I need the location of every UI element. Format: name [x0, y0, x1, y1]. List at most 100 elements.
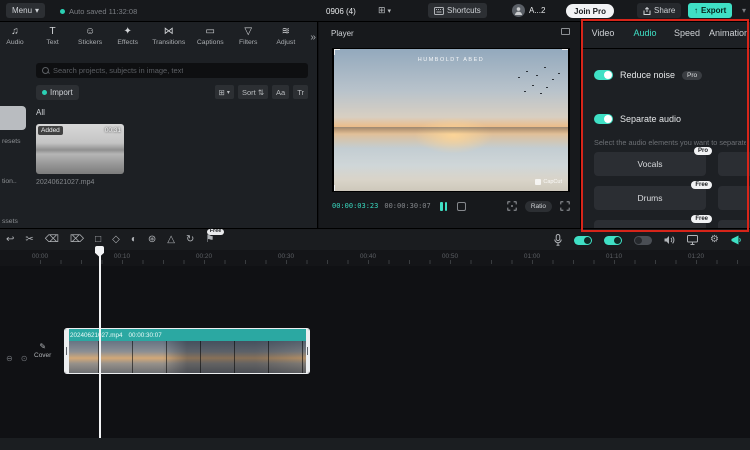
- keyboard-icon: [434, 7, 444, 15]
- tool-captions[interactable]: ▭Captions: [197, 26, 224, 46]
- tool-text[interactable]: TText: [40, 26, 66, 46]
- filter-tr-button[interactable]: Tr: [293, 85, 308, 99]
- share-button[interactable]: Share: [637, 3, 681, 18]
- video-preview[interactable]: HUMBOLDT ABED CapCut: [334, 49, 568, 191]
- timeline-tracks[interactable]: ⊖ ⊙ ✎ Cover 20240621027.mp4 00:00:30:07: [0, 266, 750, 450]
- microphone-icon[interactable]: [554, 234, 562, 246]
- fullscreen-icon[interactable]: [560, 201, 570, 211]
- megaphone-icon[interactable]: [731, 235, 742, 245]
- pencil-icon: ✎: [39, 342, 46, 351]
- chevron-down-icon[interactable]: ▾: [742, 6, 746, 15]
- layout-grid-button[interactable]: ⊞ ▾: [378, 5, 391, 16]
- rail-item-assets[interactable]: ssets: [2, 218, 18, 225]
- export-button[interactable]: ↑ Export: [688, 3, 732, 18]
- trim-handle-right[interactable]: [306, 328, 311, 374]
- timeline-toggle-3[interactable]: [634, 236, 652, 245]
- tool-filters[interactable]: ▽Filters: [235, 26, 261, 46]
- adjust-icon: ≋: [282, 26, 290, 38]
- caret-down-icon: ▾: [35, 6, 39, 15]
- stem-vocals-button[interactable]: VocalsPro: [594, 152, 706, 176]
- timeline-toggle-2[interactable]: [604, 236, 622, 245]
- import-row: Import ⊞▾ Sort⇅ Aa Tr: [36, 85, 308, 100]
- selection-handle[interactable]: [562, 185, 568, 191]
- delete-left-icon[interactable]: ⌫: [45, 235, 59, 245]
- trim-handle-left[interactable]: [64, 328, 69, 374]
- freeze-frame-icon[interactable]: ⊛: [148, 235, 156, 245]
- video-clip[interactable]: 20240621027.mp4 00:00:30:07: [64, 328, 310, 374]
- rail-item-animation[interactable]: tion..: [2, 178, 17, 185]
- tab-video[interactable]: Video: [582, 28, 624, 38]
- ratio-button[interactable]: Ratio: [525, 201, 552, 212]
- reduce-noise-toggle[interactable]: [594, 70, 613, 80]
- media-search-input[interactable]: Search projects, subjects in image, text: [36, 63, 308, 78]
- separate-audio-label: Separate audio: [620, 114, 681, 124]
- tab-audio[interactable]: Audio: [624, 28, 666, 38]
- timeline-toolbar: ↩ ✂ ⌫ ⌦ □ ◇ ◐ ⊛ △ ↻ ⚑ Free ⚙: [0, 228, 750, 250]
- marker-icon[interactable]: ◇: [112, 235, 120, 245]
- selection-handle[interactable]: [334, 185, 340, 191]
- track-hide-icon[interactable]: ⊖: [6, 354, 13, 363]
- asset-tools-row: ♫Audio TText ☺Stickers ✦Effects ⋈Transit…: [2, 26, 316, 46]
- tab-animation[interactable]: Animation: [708, 28, 750, 38]
- all-filter-label[interactable]: All: [36, 108, 45, 117]
- mask-icon[interactable]: ◐: [131, 235, 137, 245]
- stem-instrument-button[interactable]: Instrument: [718, 152, 750, 176]
- rail-selected-item[interactable]: [0, 106, 26, 130]
- undo-icon[interactable]: ↩: [6, 235, 14, 245]
- tab-speed[interactable]: Speed: [666, 28, 708, 38]
- media-asset-thumbnail[interactable]: Added 00:31: [36, 124, 124, 174]
- menu-button[interactable]: Menu ▾: [6, 3, 45, 18]
- pause-button[interactable]: [440, 202, 447, 211]
- player-display-icon[interactable]: [561, 28, 570, 35]
- join-pro-button[interactable]: Join Pro: [566, 4, 614, 18]
- tool-audio[interactable]: ♫Audio: [2, 26, 28, 46]
- clip-duration: 00:00:30:07: [129, 332, 162, 339]
- cover-button[interactable]: ✎ Cover: [34, 342, 51, 359]
- sort-button[interactable]: Sort⇅: [238, 85, 268, 99]
- ruler-ticks: [40, 260, 750, 264]
- delete-right-icon[interactable]: ⌦: [70, 235, 84, 245]
- ruler-label: 01:00: [524, 253, 540, 260]
- tool-transitions[interactable]: ⋈Transitions: [152, 26, 185, 46]
- filter-tool-icon[interactable]: △: [167, 235, 175, 245]
- speaker-icon[interactable]: [664, 235, 675, 245]
- account-button[interactable]: A...2: [512, 4, 545, 17]
- tools-expand-button[interactable]: »: [310, 30, 316, 43]
- stop-button[interactable]: [457, 202, 466, 211]
- playhead-line[interactable]: [99, 248, 101, 438]
- display-icon[interactable]: [687, 235, 698, 245]
- settings-gear-icon[interactable]: ⚙: [710, 235, 719, 245]
- shortcuts-button[interactable]: Shortcuts: [428, 3, 487, 18]
- selection-handle[interactable]: [334, 49, 340, 55]
- stem-guitar-button[interactable]: Guitar: [718, 186, 750, 210]
- timeline-toggle-1[interactable]: [574, 236, 592, 245]
- separate-audio-row: Separate audio: [594, 114, 681, 124]
- track-header-controls: ⊖ ⊙: [6, 354, 27, 363]
- record-icon[interactable]: ⚑ Free: [205, 235, 214, 245]
- timeline-scroll-strip[interactable]: [0, 438, 750, 450]
- fit-screen-icon[interactable]: [507, 201, 517, 211]
- project-title: 0906 (4): [326, 7, 356, 16]
- inspector-tabs: Video Audio Speed Animation: [582, 28, 750, 38]
- filter-aa-button[interactable]: Aa: [272, 85, 289, 99]
- timeline-ruler[interactable]: 00:00 00:10 00:20 00:30 00:40 00:50 01:0…: [0, 250, 750, 266]
- tool-stickers[interactable]: ☺Stickers: [77, 26, 103, 46]
- asset-duration: 00:31: [105, 127, 121, 134]
- track-lock-icon[interactable]: ⊙: [21, 354, 28, 363]
- separate-audio-toggle[interactable]: [594, 114, 613, 124]
- tool-effects[interactable]: ✦Effects: [115, 26, 141, 46]
- asset-filename: 20240621027.mp4: [36, 179, 94, 186]
- rotate-icon[interactable]: ↻: [186, 235, 194, 245]
- reduce-noise-label: Reduce noise: [620, 70, 675, 80]
- export-icon: ↑: [694, 6, 698, 15]
- view-mode-button[interactable]: ⊞▾: [215, 85, 234, 99]
- sunset-glow: [414, 117, 494, 154]
- stem-buttons-grid: VocalsPro Instrument DrumsFree Guitar Ba…: [594, 152, 750, 232]
- import-button[interactable]: Import: [36, 85, 79, 100]
- split-icon[interactable]: ✂: [25, 235, 33, 245]
- stem-drums-button[interactable]: DrumsFree: [594, 186, 706, 210]
- crop-icon[interactable]: □: [95, 235, 101, 245]
- tool-adjust[interactable]: ≋Adjust: [273, 26, 299, 46]
- selection-handle[interactable]: [562, 49, 568, 55]
- rail-item-presets[interactable]: resets: [2, 138, 21, 145]
